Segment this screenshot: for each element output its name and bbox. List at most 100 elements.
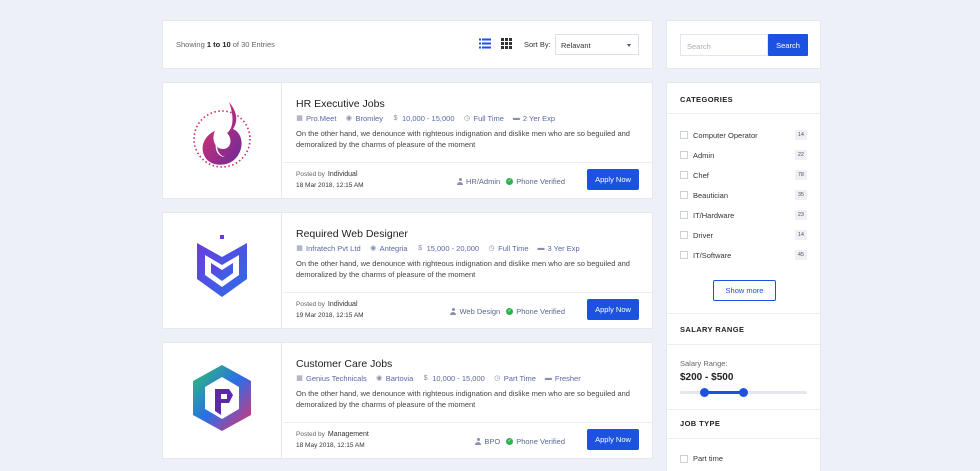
job-card: Required Web Designer ▦ Infratech Pvt Ltd… — [162, 212, 653, 329]
job-title[interactable]: HR Executive Jobs — [296, 98, 385, 110]
briefcase-icon: ▬ — [544, 375, 552, 382]
job-type-item[interactable]: Part time — [680, 454, 723, 463]
categories-title: CATEGORIES — [680, 95, 734, 104]
location-meta: ◉ Antegria — [370, 244, 408, 253]
shield-m-logo-icon — [197, 235, 247, 297]
job-title[interactable]: Customer Care Jobs — [296, 358, 392, 370]
sort-value: Relavant — [561, 41, 591, 50]
checkbox[interactable] — [680, 454, 688, 463]
location-text: Bromley — [355, 114, 383, 123]
results-toolbar: Showing 1 to 10 of 30 Entries Sort By: R… — [162, 20, 653, 69]
map-pin-icon: ◉ — [345, 115, 352, 122]
company-meta: ▦ Genius Technicals — [296, 374, 367, 383]
job-card: Customer Care Jobs ▦ Genius Technicals ◉ B… — [162, 342, 653, 459]
dollar-icon: $ — [393, 115, 398, 122]
posted-date: 19 Mar 2018, 12:15 AM — [296, 312, 364, 319]
checkbox[interactable] — [680, 151, 688, 159]
building-icon: ▦ — [296, 375, 303, 382]
count-badge: 78 — [794, 170, 807, 180]
job-card: HR Executive Jobs ▦ Pro.Meet ◉ Bromley $10… — [162, 82, 653, 199]
category-tag[interactable]: BPO — [475, 437, 500, 446]
search-input[interactable]: Search — [680, 34, 768, 56]
job-card-footer: Posted by Management 18 May 2018, 12:15 A… — [283, 422, 652, 458]
company-name[interactable]: Infratech Pvt Ltd — [306, 244, 361, 253]
clock-icon: ◷ — [488, 245, 495, 252]
category-tag[interactable]: HR/Admin — [457, 177, 500, 186]
divider — [667, 344, 820, 345]
category-item[interactable]: IT/Hardware 23 — [680, 209, 807, 221]
category-item[interactable]: Admin 22 — [680, 149, 807, 161]
check-circle-icon: ✓ — [506, 308, 514, 315]
briefcase-icon: ▬ — [537, 245, 545, 252]
category-tag[interactable]: Web Design — [450, 307, 500, 316]
experience-meta: ▬ Fresher — [545, 374, 581, 383]
verified-tag: ✓ Phone Verified — [506, 437, 565, 446]
job-card-footer: Posted by Individual 19 Mar 2018, 12:15 A… — [283, 292, 652, 328]
dollar-icon: $ — [423, 375, 428, 382]
salary-meta: $10,000 - 15,000 — [422, 374, 485, 383]
slider-handle-min[interactable] — [699, 388, 709, 397]
job-tags: BPO ✓ Phone Verified — [475, 437, 565, 446]
slider-handle-max[interactable] — [739, 388, 748, 397]
company-name[interactable]: Pro.Meet — [306, 114, 336, 123]
count-badge: 14 — [794, 230, 807, 240]
type-meta: ◷ Full Time — [488, 244, 529, 253]
job-description: On the other hand, we denounce with righ… — [296, 389, 630, 409]
type-meta: ◷ Part Time — [494, 374, 536, 383]
location-meta: ◉ Bartovia — [376, 374, 413, 383]
salary-slider[interactable] — [680, 388, 807, 397]
count-badge: 22 — [794, 150, 807, 160]
checkbox[interactable] — [680, 211, 688, 219]
search-button[interactable]: Search — [768, 34, 808, 56]
checkbox[interactable] — [680, 251, 688, 259]
company-meta: ▦ Infratech Pvt Ltd — [296, 244, 361, 253]
check-circle-icon: ✓ — [506, 438, 514, 445]
checkbox[interactable] — [680, 231, 688, 239]
job-type-text: Full Time — [473, 114, 504, 123]
search-panel: Search Search — [666, 20, 821, 69]
category-item[interactable]: Computer Operator 14 — [680, 129, 807, 141]
job-type-text: Part Time — [503, 374, 536, 383]
filter-sidebar: CATEGORIES Computer Operator 14 Admin 22 C… — [666, 82, 821, 471]
job-meta: ▦ Genius Technicals ◉ Bartovia $10,000 - 1… — [296, 374, 581, 383]
category-item[interactable]: Driver 14 — [680, 229, 807, 241]
sort-select[interactable]: Relavant — [555, 34, 639, 55]
checkbox[interactable] — [680, 131, 688, 139]
job-title[interactable]: Required Web Designer — [296, 228, 408, 240]
checkbox[interactable] — [680, 191, 688, 199]
apply-now-button[interactable]: Apply Now — [587, 429, 639, 450]
job-tags: HR/Admin ✓ Phone Verified — [457, 177, 565, 186]
checkbox[interactable] — [680, 171, 688, 179]
building-icon: ▦ — [296, 245, 303, 252]
salary-text: 10,000 - 15,000 — [401, 114, 455, 123]
salary-meta: $10,000 - 15,000 — [392, 114, 455, 123]
list-view-icon[interactable] — [479, 38, 491, 49]
experience-text: 2 Yer Exp — [522, 114, 556, 123]
company-logo — [163, 343, 282, 458]
apply-now-button[interactable]: Apply Now — [587, 299, 639, 320]
salary-range-label: Salary Range: — [680, 359, 728, 368]
category-item[interactable]: IT/Software 45 — [680, 249, 807, 261]
company-name[interactable]: Genius Technicals — [306, 374, 367, 383]
experience-meta: ▬ 3 Yer Exp — [538, 244, 580, 253]
results-count: Showing 1 to 10 of 30 Entries — [176, 40, 275, 49]
apply-now-button[interactable]: Apply Now — [587, 169, 639, 190]
posted-by: Posted by Management — [296, 431, 369, 438]
flame-logo-icon — [193, 102, 251, 168]
verified-tag: ✓ Phone Verified — [506, 307, 565, 316]
posted-date: 18 May 2018, 12:15 AM — [296, 442, 365, 449]
category-item[interactable]: Chef 78 — [680, 169, 807, 181]
clock-icon: ◷ — [463, 115, 471, 122]
experience-text: Fresher — [554, 374, 581, 383]
clock-icon: ◷ — [494, 375, 501, 382]
job-meta: ▦ Infratech Pvt Ltd ◉ Antegria $15,000 - 2… — [296, 244, 580, 253]
company-logo — [163, 83, 282, 198]
user-icon — [475, 438, 482, 445]
count-badge: 14 — [794, 130, 807, 140]
grid-view-icon[interactable] — [501, 38, 513, 49]
posted-by: Posted by Individual — [296, 171, 358, 178]
show-more-button[interactable]: Show more — [713, 280, 776, 301]
category-item[interactable]: Beautician 35 — [680, 189, 807, 201]
job-type-text: Full Time — [498, 244, 529, 253]
salary-range-title: SALARY RANGE — [680, 325, 745, 334]
